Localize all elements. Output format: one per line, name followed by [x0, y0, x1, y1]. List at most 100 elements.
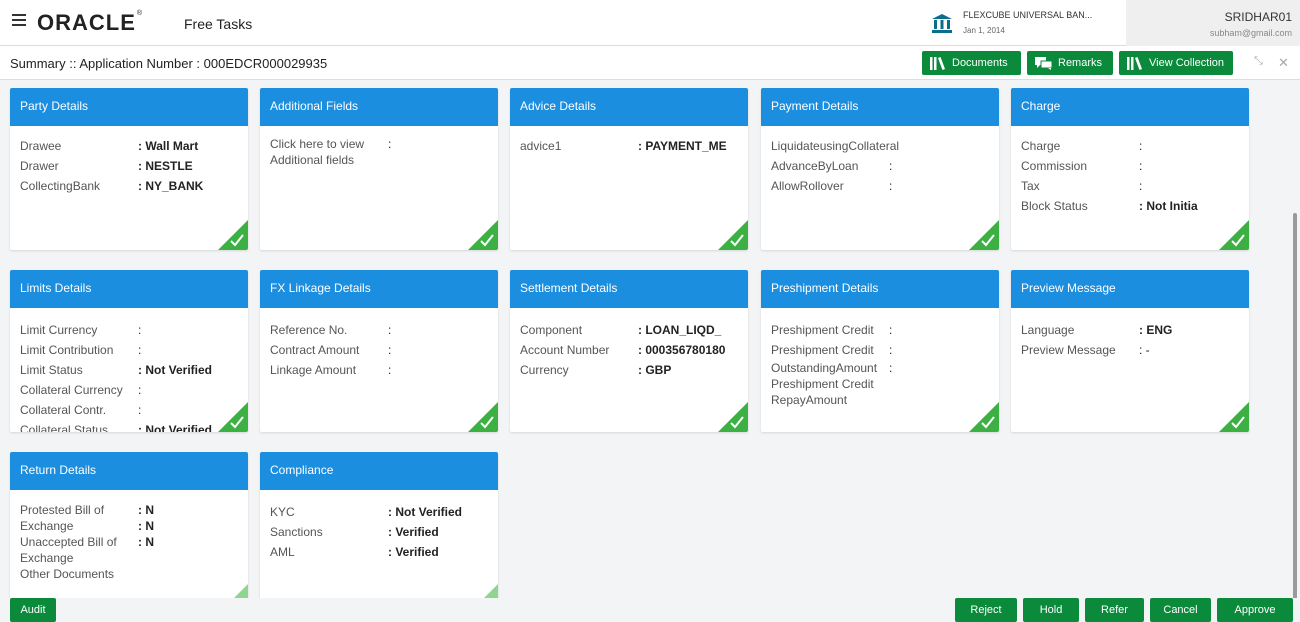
library-icon: [930, 56, 945, 70]
summary-bar: Summary :: Application Number : 000EDCR0…: [0, 46, 1300, 80]
card-limits-details[interactable]: Limits Details Limit Currency: Limit Con…: [10, 270, 248, 432]
field-label: Charge: [1021, 139, 1061, 153]
field-value: :: [138, 383, 142, 397]
card-preview-message[interactable]: Preview Message Language : ENG Preview Me…: [1011, 270, 1249, 432]
card-title: Preshipment Details: [761, 270, 999, 308]
field-label: Component: [520, 323, 583, 337]
card-return-details[interactable]: Return Details Protested Bill of: N Exch…: [10, 452, 248, 614]
card-payment-details[interactable]: Payment Details LiquidateusingCollateral…: [761, 88, 999, 250]
field-label: AML: [270, 545, 295, 559]
approve-button[interactable]: Approve: [1217, 598, 1293, 622]
card-row: Component: LOAN_LIQD_: [520, 320, 738, 340]
field-value: : ENG: [1139, 323, 1173, 337]
card-row: KYC: Not Verified: [270, 502, 488, 522]
card-row: Collateral Status : Not Verified: [20, 420, 238, 432]
check-icon: [468, 402, 498, 432]
view-collection-button[interactable]: View Collection: [1119, 51, 1233, 75]
field-label[interactable]: Click here to view: [270, 136, 388, 152]
user-name: SRIDHAR01: [1224, 10, 1292, 24]
card-row: OutstandingAmount:: [771, 360, 989, 376]
card-party-details[interactable]: Party Details Drawee: Wall Mart Drawer: …: [10, 88, 248, 250]
field-value: : Not Verified: [138, 363, 213, 377]
field-value: : NY_BANK: [138, 179, 204, 193]
card-row: Linkage Amount:: [270, 360, 488, 380]
field-label: Block Status: [1021, 199, 1088, 213]
card-row: Limit Currency:: [20, 320, 238, 340]
card-title: Additional Fields: [260, 88, 498, 126]
field-value: :: [138, 343, 142, 357]
field-value: :: [1139, 179, 1143, 193]
field-label: LiquidateusingCollateral: [771, 139, 900, 153]
field-label: Account Number: [520, 343, 610, 357]
remarks-label: Remarks: [1058, 57, 1103, 69]
card-row: Exchange: N: [20, 518, 238, 534]
card-row: Reference No.:: [270, 320, 488, 340]
reject-button[interactable]: Reject: [955, 598, 1017, 622]
field-label: Limit Contribution: [20, 343, 114, 357]
field-label[interactable]: Additional fields: [270, 152, 388, 168]
field-label: Language: [1021, 323, 1075, 337]
check-icon: [969, 220, 999, 250]
field-value: : -: [1139, 343, 1150, 357]
field-value: : PAYMENT_ME: [638, 139, 727, 153]
card-row: Collateral Currency:: [20, 380, 238, 400]
field-label: advice1: [520, 139, 562, 153]
vertical-scrollbar[interactable]: [1293, 213, 1297, 603]
card-compliance[interactable]: Compliance KYC: Not Verified Sanctions: …: [260, 452, 498, 614]
field-value: : Not Verified: [138, 423, 213, 432]
field-label: Reference No.: [270, 323, 348, 337]
field-label: Collateral Status: [20, 423, 109, 432]
card-row: Protested Bill of: N: [20, 502, 238, 518]
field-label: Protested Bill of: [20, 503, 105, 517]
minimize-icon[interactable]: ⤡: [1254, 55, 1263, 68]
field-label: AdvanceByLoan: [771, 159, 859, 173]
field-value: : N: [138, 535, 154, 549]
field-value: :: [889, 179, 893, 193]
card-advice-details[interactable]: Advice Details advice1 : PAYMENT_ME: [510, 88, 748, 250]
hold-button[interactable]: Hold: [1023, 598, 1079, 622]
cancel-button[interactable]: Cancel: [1150, 598, 1211, 622]
card-row: Preshipment Credit: [771, 376, 989, 392]
field-label: Commission: [1021, 159, 1088, 173]
card-row: CollectingBank: NY_BANK: [20, 176, 238, 196]
field-value: :: [388, 323, 392, 337]
user-menu[interactable]: SRIDHAR01 subham@gmail.com: [1126, 0, 1300, 46]
refer-button[interactable]: Refer: [1085, 598, 1144, 622]
card-settlement-details[interactable]: Settlement Details Component: LOAN_LIQD_…: [510, 270, 748, 432]
field-label: Limit Status: [20, 363, 83, 377]
card-title: Advice Details: [510, 88, 748, 126]
card-preshipment-details[interactable]: Preshipment Details Preshipment Credit: …: [761, 270, 999, 432]
bank-name[interactable]: FLEXCUBE UNIVERSAL BAN...: [963, 10, 1092, 20]
field-value: : Not Verified: [388, 505, 463, 519]
card-row: Account Number: 000356780180: [520, 340, 738, 360]
field-value: : NESTLE: [138, 159, 193, 173]
field-value: :: [889, 343, 893, 357]
card-row: Drawer: NESTLE: [20, 156, 238, 176]
card-row: Block Status : Not Initia: [1021, 196, 1239, 216]
card-row: Exchange: [20, 550, 238, 566]
card-charge[interactable]: Charge Charge: Commission: Tax: Block St…: [1011, 88, 1249, 250]
card-row: Preview Message: -: [1021, 340, 1239, 360]
card-title: Limits Details: [10, 270, 248, 308]
field-value: : GBP: [638, 363, 672, 377]
field-value: :: [1139, 159, 1143, 173]
card-additional-fields[interactable]: Additional Fields Click here to view: Ad…: [260, 88, 498, 250]
field-value: : Not Initia: [1139, 199, 1198, 213]
documents-button[interactable]: Documents: [922, 51, 1021, 75]
view-collection-label: View Collection: [1149, 57, 1225, 69]
card-row: Collateral Contr.:: [20, 400, 238, 420]
field-label: Other Documents: [20, 567, 115, 581]
close-icon[interactable]: ✕: [1278, 55, 1289, 71]
field-value: : Wall Mart: [138, 139, 199, 153]
audit-button[interactable]: Audit: [10, 598, 56, 622]
card-fx-linkage-details[interactable]: FX Linkage Details Reference No.: Contra…: [260, 270, 498, 432]
card-row: advice1 : PAYMENT_ME: [520, 136, 738, 156]
field-value: :: [388, 137, 392, 151]
hamburger-icon[interactable]: [12, 14, 26, 28]
card-title: Preview Message: [1011, 270, 1249, 308]
card-row: Contract Amount:: [270, 340, 488, 360]
field-label: Currency: [520, 363, 569, 377]
remarks-button[interactable]: Remarks: [1027, 51, 1113, 75]
field-label: Unaccepted Bill of: [20, 535, 117, 549]
field-value: :: [889, 159, 893, 173]
